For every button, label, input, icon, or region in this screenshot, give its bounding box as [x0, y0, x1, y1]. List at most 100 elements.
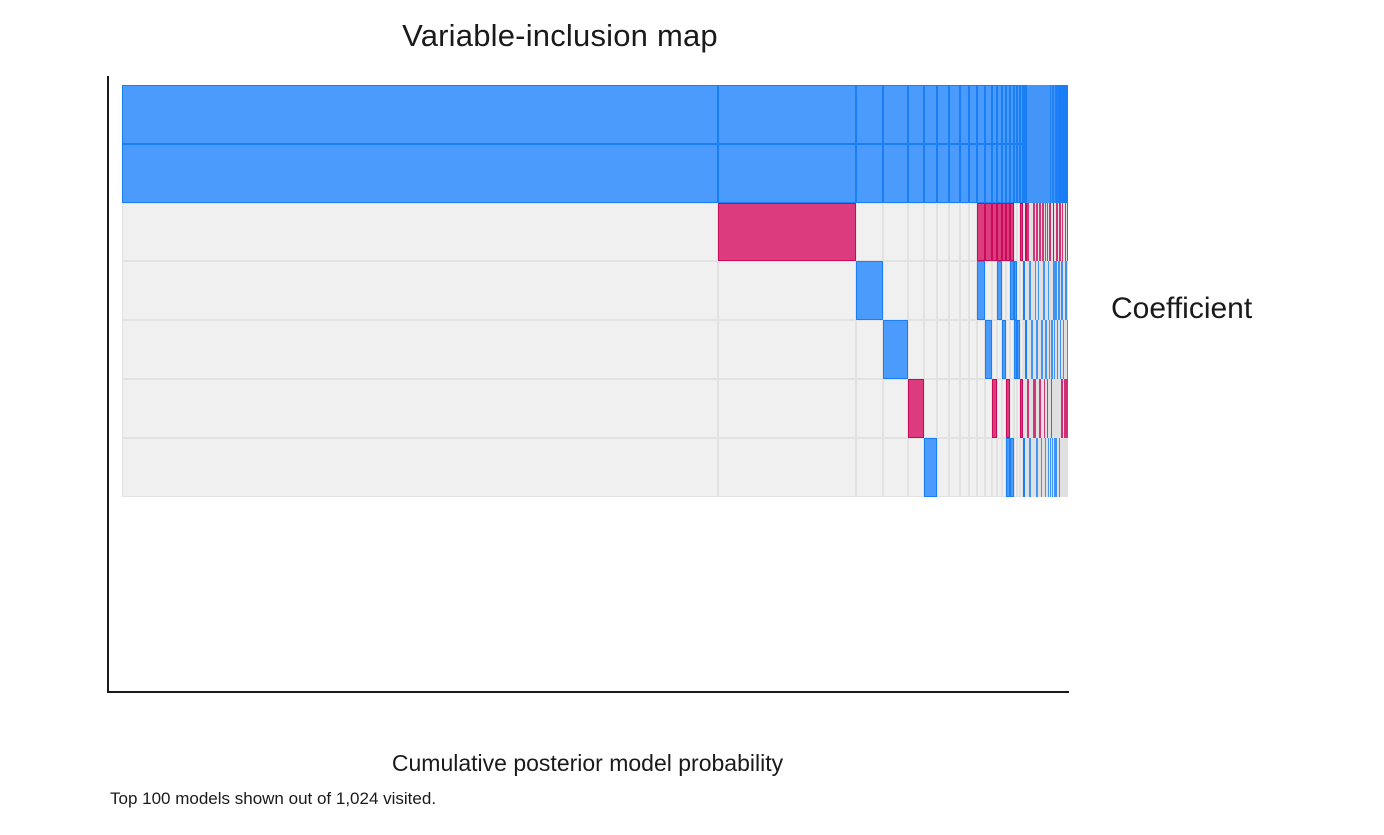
- cell-x2-m10: [969, 85, 978, 144]
- cell-x3-m12: [984, 202, 993, 262]
- cell-x1-m11: [977, 320, 985, 379]
- cell-x10-m7: [936, 143, 950, 203]
- cell-x5-m11: [977, 437, 985, 497]
- cell-x9-m12: [984, 261, 993, 321]
- cell-x10-m6: [923, 143, 937, 203]
- y-axis-line: [107, 76, 109, 692]
- cell-x4-m1: [122, 379, 719, 438]
- cell-x5-m4: [883, 437, 908, 497]
- cell-x1-m2: [718, 320, 856, 379]
- cell-x2-m4: [883, 85, 908, 144]
- cell-x5-m3: [855, 437, 884, 497]
- cell-x5-m7: [936, 437, 950, 497]
- x-axis-line: [107, 691, 1069, 693]
- cell-x9-m7: [936, 261, 950, 321]
- cell-x3-m5: [907, 202, 924, 262]
- variable-row-x9: [122, 261, 1068, 321]
- cell-x1-m4: [883, 320, 908, 379]
- cell-x9-m4: [883, 261, 908, 321]
- cell-x10-m9: [960, 143, 970, 203]
- cell-x3-m1: [122, 202, 719, 262]
- y-axis-labels: [0, 0, 93, 835]
- variable-row-x1: [122, 320, 1068, 379]
- variable-row-x10: [122, 143, 1068, 203]
- cell-x2-m5: [907, 85, 924, 144]
- cell-x2-m3: [855, 85, 884, 144]
- cell-x10-m8: [949, 143, 961, 203]
- variable-row-x4: [122, 379, 1068, 438]
- chart-note: Top 100 models shown out of 1,024 visite…: [110, 789, 437, 808]
- cell-x3-m3: [855, 202, 884, 262]
- cell-x5-m1: [122, 437, 719, 497]
- variable-row-x5: [122, 437, 1068, 497]
- cell-x1-m9: [960, 320, 970, 379]
- cell-x1-m1: [122, 320, 719, 379]
- cell-x4-m8: [949, 379, 961, 438]
- variable-inclusion-map-figure: Variable-inclusion map Cumulative poster…: [0, 0, 1384, 835]
- cell-x10-m3: [855, 143, 884, 203]
- cell-x2-m2: [718, 85, 856, 144]
- cell-x1-m6: [923, 320, 937, 379]
- x-axis-title: Cumulative posterior model probability: [391, 750, 784, 776]
- cell-x1-m5: [907, 320, 924, 379]
- cell-x10-m4: [883, 143, 908, 203]
- cell-x10-m12: [984, 143, 993, 203]
- cell-x10-m11: [977, 143, 985, 203]
- cell-x4-m2: [718, 379, 856, 438]
- cell-x2-m1: [122, 85, 719, 144]
- cell-x1-m7: [936, 320, 950, 379]
- cell-x3-m4: [883, 202, 908, 262]
- cell-x9-m3: [855, 261, 884, 321]
- cell-x4-m5: [907, 379, 924, 438]
- cell-x4-m9: [960, 379, 970, 438]
- cell-x1-m10: [969, 320, 978, 379]
- plot-area: [122, 85, 1068, 673]
- variable-row-x3: [122, 202, 1068, 262]
- cell-x3-m7: [936, 202, 950, 262]
- cell-x1-m8: [949, 320, 961, 379]
- cell-x3-m2: [718, 202, 856, 262]
- cell-x5-m12: [984, 437, 993, 497]
- cell-x1-m3: [855, 320, 884, 379]
- variable-row-x2: [122, 85, 1068, 144]
- cell-x10-m2: [718, 143, 856, 203]
- legend: Coefficient: [1103, 292, 1384, 346]
- cell-x5-m9: [960, 437, 970, 497]
- cell-x9-m2: [718, 261, 856, 321]
- cell-x4-m3: [855, 379, 884, 438]
- cell-x9-m9: [960, 261, 970, 321]
- chart-title: Variable-inclusion map: [402, 18, 718, 53]
- cell-x3-m9: [960, 202, 970, 262]
- cell-x3-m11: [977, 202, 985, 262]
- cell-x9-m8: [949, 261, 961, 321]
- cell-x5-m8: [949, 437, 961, 497]
- cell-x1-m12: [984, 320, 993, 379]
- cell-x10-m1: [122, 143, 719, 203]
- cell-x10-m5: [907, 143, 924, 203]
- cell-x5-m5: [907, 437, 924, 497]
- cell-x9-m1: [122, 261, 719, 321]
- cell-x5-m10: [969, 437, 978, 497]
- cell-x4-m11: [977, 379, 985, 438]
- legend-title: Coefficient: [1111, 292, 1253, 325]
- cell-x2-m6: [923, 85, 937, 144]
- cell-x2-m9: [960, 85, 970, 144]
- cell-x3-m8: [949, 202, 961, 262]
- cell-x4-m4: [883, 379, 908, 438]
- cell-x2-m8: [949, 85, 961, 144]
- cell-x3-m6: [923, 202, 937, 262]
- cell-x2-m11: [977, 85, 985, 144]
- cell-x9-m5: [907, 261, 924, 321]
- cell-x5-m6: [923, 437, 937, 497]
- cell-x2-m7: [936, 85, 950, 144]
- cell-x9-m6: [923, 261, 937, 321]
- cell-x10-m10: [969, 143, 978, 203]
- cell-x5-m2: [718, 437, 856, 497]
- cell-x4-m7: [936, 379, 950, 438]
- cell-x4-m10: [969, 379, 978, 438]
- cell-x2-m12: [984, 85, 993, 144]
- cell-x3-m10: [969, 202, 978, 262]
- cell-x9-m11: [977, 261, 985, 321]
- cell-x9-m10: [969, 261, 978, 321]
- cell-x4-m12: [984, 379, 993, 438]
